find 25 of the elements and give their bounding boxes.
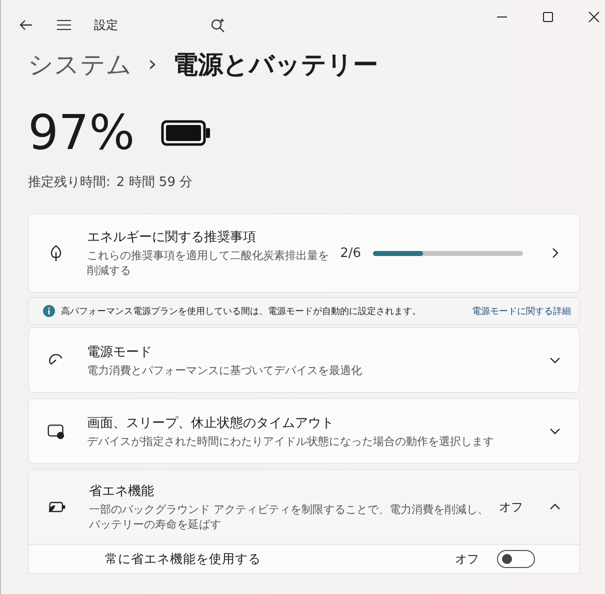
setting-card[interactable]: 省エネ機能 一部のバックグラウンド アクティビティを制限することで、電力消費を削減し、バッテリーの寿命を延ばす オフ — [28, 469, 580, 545]
setting-card[interactable]: 画面、スリープ、休止状態のタイムアウト デバイスが指定された時間にわたりアイドル状態になった場合の動作を選択します — [28, 398, 580, 464]
setting-title: 電源モード — [87, 344, 153, 360]
toggle-state: オフ — [455, 550, 479, 568]
card-description: これらの推奨事項を適用して二酸化炭素排出量を削減する — [87, 248, 330, 278]
breadcrumb-separator: › — [148, 52, 157, 77]
page-title: 電源とバッテリー — [172, 49, 378, 81]
recommendations-card[interactable]: エネルギーに関する推奨事項 これらの推奨事項を適用して二酸化炭素排出量を削減する 2/6 — [28, 213, 580, 293]
estimate-label: 推定残り時間: — [28, 174, 110, 191]
subsetting-label: 常に省エネ機能を使用する — [105, 550, 262, 568]
setting-title: 省エネ機能 — [89, 483, 155, 500]
setting-title: 画面、スリープ、休止状態のタイムアウト — [87, 414, 335, 432]
setting-description: デバイスが指定された時間にわたりアイドル状態になった場合の動作を選択します — [87, 434, 495, 448]
setting-description: 電力消費とパフォーマンスに基づいてデバイスを最適化 — [87, 362, 363, 378]
info-text: 高パフォーマンス電源プランを使用している間は、電源モードが自動的に設定されます。 — [61, 305, 422, 318]
breadcrumb-link[interactable]: システム — [28, 48, 132, 81]
setting-card[interactable]: 電源モード 電力消費とパフォーマンスに基づいてデバイスを最適化 — [28, 327, 580, 393]
window-title: 設定 — [94, 16, 118, 34]
info-link[interactable]: 電源モードに関する詳細 — [472, 304, 571, 318]
setting-description: 一部のバックグラウンド アクティビティを制限することで、電力消費を削減し、バッテリーの寿命を延ばす — [89, 502, 490, 532]
card-title: エネルギーに関する推奨事項 — [87, 229, 257, 246]
recommendation-count: 2/6 — [340, 246, 361, 260]
setting-value: オフ — [499, 498, 523, 516]
estimate-value: 2 時間 59 分 — [116, 174, 193, 191]
battery-percentage: 97% — [28, 109, 135, 157]
